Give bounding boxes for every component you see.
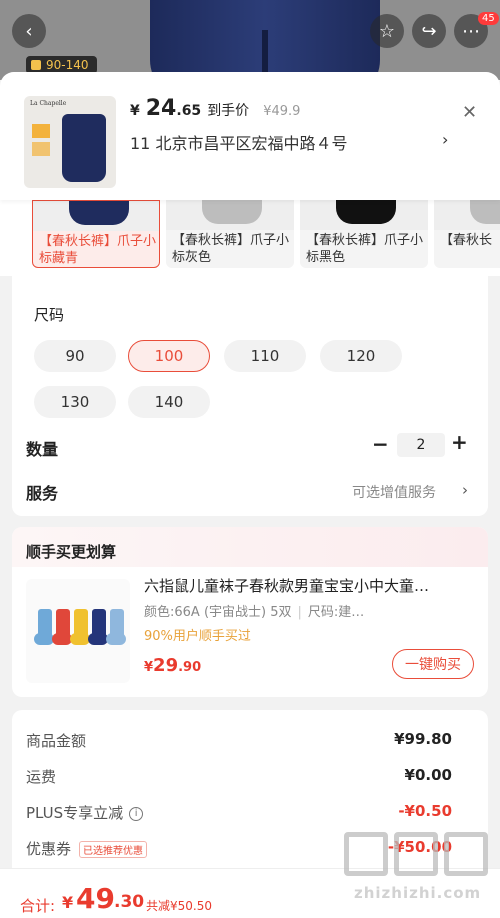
variant-swatch: [202, 200, 262, 224]
cart-count-badge: 45: [478, 12, 499, 25]
original-price: ¥49.9: [263, 104, 301, 119]
chevron-right-icon[interactable]: ›: [442, 130, 448, 149]
watermark-glyph: [344, 832, 388, 876]
sock-foot: [70, 633, 90, 645]
sock-foot: [106, 633, 126, 645]
coupon-tag: 已选推荐优惠: [79, 841, 148, 858]
coupon-row[interactable]: 优惠券 已选推荐优惠: [26, 838, 148, 859]
price-line: ¥ 24 .65 到手价 ¥49.9: [130, 96, 300, 121]
one-click-buy-button[interactable]: 一键购买: [392, 649, 474, 679]
total-decimal: .30: [114, 892, 145, 912]
variant-swatch: [336, 200, 396, 224]
close-icon[interactable]: ✕: [462, 102, 477, 123]
plus-discount-row: PLUS专享立减 i: [26, 802, 144, 823]
quantity-minus-button[interactable]: −: [372, 432, 389, 456]
bundle-social-proof: 90%用户顺手买过: [144, 629, 251, 644]
price-decimal: .65: [176, 103, 202, 119]
price-integer: 24: [145, 96, 177, 121]
quantity-input[interactable]: 2: [397, 433, 445, 457]
size-title: 尺码: [34, 306, 65, 324]
total-label: 合计:: [20, 897, 56, 915]
product-thumbnail: La Chapelle: [24, 96, 116, 188]
quantity-plus-button[interactable]: +: [451, 430, 468, 454]
variant-image: [300, 200, 428, 230]
watermark-text: zhizhizhi.com: [354, 884, 482, 902]
thumb-tag: [32, 124, 50, 138]
color-variant-row: 【春秋长裤】爪子小标藏青 【春秋长裤】爪子小标灰色 【春秋长裤】爪子小标黑色 【春秋长: [0, 200, 500, 276]
size-option-90[interactable]: 90: [34, 340, 116, 372]
variant-label: 【春秋长: [440, 233, 493, 248]
bundle-price-decimal: .90: [178, 660, 202, 675]
price-note: 到手价: [207, 103, 250, 119]
sock-foot: [52, 633, 72, 645]
shipping-label: 运费: [26, 768, 57, 786]
quantity-label: 数量: [26, 440, 59, 459]
spec-card: 尺码 90 100 110 120 130 140 数量 − 2 + 服务 可选增值服务 …: [12, 276, 488, 516]
sock-foot: [88, 633, 108, 645]
size-option-140[interactable]: 140: [128, 386, 210, 418]
bundle-size-attr: 尺码:建…: [307, 605, 365, 620]
watermark: zhizhizhi.com: [344, 832, 494, 912]
thumb-pants: [62, 114, 106, 182]
service-value[interactable]: 可选增值服务: [352, 482, 436, 502]
variant-label: 【春秋长裤】爪子小标黑色: [306, 233, 424, 265]
chevron-right-icon[interactable]: ›: [462, 481, 468, 499]
variant-label: 【春秋长裤】爪子小标灰色: [172, 233, 290, 265]
share-icon[interactable]: ↪: [412, 14, 446, 48]
variant-image: [434, 200, 500, 230]
service-label: 服务: [26, 484, 59, 503]
sock-foot: [34, 633, 54, 645]
goods-amount-value: ¥99.80: [394, 730, 452, 748]
total-saved: 共减¥50.50: [146, 899, 212, 913]
price-currency: ¥: [130, 103, 140, 119]
coupon-label: 优惠券: [26, 840, 72, 858]
size-option-130[interactable]: 130: [34, 386, 116, 418]
bundle-title: 顺手买更划算: [26, 543, 117, 561]
divider: |: [297, 605, 302, 620]
thumb-tag: [32, 142, 50, 156]
variant-card[interactable]: 【春秋长裤】爪子小标灰色: [166, 200, 294, 268]
size-option-120[interactable]: 120: [320, 340, 402, 372]
bundle-color-attr: 颜色:66A (宇宙战士) 5双: [144, 605, 292, 620]
total-integer: 49: [76, 882, 115, 915]
bundle-price: ¥29.90: [144, 655, 201, 676]
variant-label: 【春秋长裤】爪子小标藏青: [39, 234, 157, 266]
variant-card[interactable]: 【春秋长裤】爪子小标藏青: [32, 200, 160, 268]
back-icon[interactable]: ‹: [12, 14, 46, 48]
bundle-price-currency: ¥: [144, 660, 154, 675]
variant-swatch: [69, 201, 129, 225]
variant-image: [33, 201, 159, 231]
size-option-110[interactable]: 110: [224, 340, 306, 372]
shipping-value: ¥0.00: [404, 766, 452, 784]
total-currency: ¥: [62, 893, 74, 912]
size-option-100[interactable]: 100: [128, 340, 210, 372]
spec-sheet: La Chapelle ¥ 24 .65 到手价 ¥49.9 ✕ 11 北京市昌…: [0, 72, 500, 918]
variant-card[interactable]: 【春秋长: [434, 200, 500, 268]
bundle-product-name[interactable]: 六指鼠儿童袜子春秋款男童宝宝小中大童…: [144, 575, 474, 596]
info-icon[interactable]: i: [129, 806, 144, 821]
delivery-address[interactable]: 11 北京市昌平区宏福中路４号: [130, 130, 347, 154]
variant-image: [166, 200, 294, 230]
watermark-glyph: [394, 832, 438, 876]
bundle-price-integer: 29: [153, 655, 179, 676]
bundle-card: 顺手买更划算 六指鼠儿童袜子春秋款男童宝宝小中大童… 颜色:66A (宇宙战士)…: [12, 527, 488, 697]
thumb-brand: La Chapelle: [30, 100, 67, 107]
sheet-header: La Chapelle ¥ 24 .65 到手价 ¥49.9 ✕ 11 北京市昌…: [0, 72, 500, 200]
watermark-glyph: [444, 832, 488, 876]
variant-swatch: [470, 200, 500, 224]
variant-card[interactable]: 【春秋长裤】爪子小标黑色: [300, 200, 428, 268]
plus-discount-label: PLUS专享立减: [26, 804, 124, 822]
goods-amount-label: 商品金额: [26, 732, 87, 750]
plus-discount-value: -¥0.50: [398, 802, 452, 820]
favorite-star-icon[interactable]: ☆: [370, 14, 404, 48]
socks-image[interactable]: [26, 579, 130, 683]
bundle-attributes: 颜色:66A (宇宙战士) 5双 | 尺码:建…: [144, 601, 364, 620]
